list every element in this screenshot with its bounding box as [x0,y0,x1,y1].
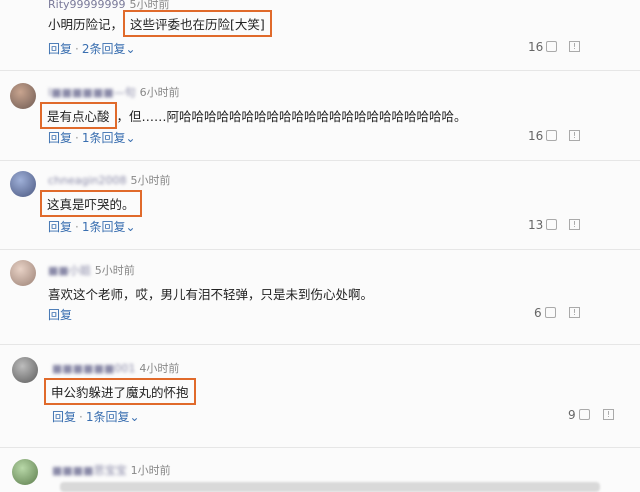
comment-text: 小明历险记， 这些评委也在历险[大笑] [48,10,272,37]
username[interactable]: chneagin2008 [48,174,127,187]
like-button[interactable]: 16 [528,129,558,143]
comment-text-prefix: 喜欢这个老师，哎，男儿有泪不轻弹，只是未到伤心处啊。 [48,287,374,302]
separator-dot: · [79,410,83,424]
like-button[interactable]: 6 [534,306,556,320]
comment-text-suffix: ，但……阿哈哈哈哈哈哈哈哈哈哈哈哈哈哈哈哈哈哈哈哈哈哈。 [116,109,467,124]
divider [0,160,640,161]
report-icon[interactable]: ! [569,307,580,318]
comment-meta: ■■■■思宝宝 1小时前 [52,462,171,478]
comment-meta: ■■■■■■001 4小时前 [52,360,179,376]
timestamp: 5小时前 [94,264,135,277]
chevron-down-icon[interactable]: ⌄ [129,410,139,424]
view-replies-button[interactable]: 1条回复 [82,220,126,234]
report-icon[interactable]: ! [603,409,614,420]
like-count: 13 [528,218,544,232]
avatar[interactable] [10,260,36,286]
divider [0,344,640,345]
reply-button[interactable]: 回复 [48,42,72,56]
highlighted-text: 申公豹躲进了魔丸的怀抱 [44,378,196,405]
highlighted-text: 是有点心酸 [40,102,117,129]
view-replies-button[interactable]: 2条回复 [82,42,126,56]
thumb-up-icon[interactable] [578,409,590,420]
comment-text-prefix: 小明历险记， [48,17,124,32]
reply-button[interactable]: 回复 [48,220,72,234]
report-icon[interactable]: ! [569,130,580,141]
view-replies-button[interactable]: 1条回复 [86,410,130,424]
like-count: 16 [528,40,544,54]
username[interactable]: ■■■■■■001 [52,362,135,375]
reply-button[interactable]: 回复 [52,410,76,424]
highlighted-text: 这真是吓哭的。 [40,190,142,217]
separator-dot: · [75,220,79,234]
separator-dot: · [75,42,79,56]
comment-actions: 回复 · 1条回复⌄ [52,408,140,425]
comment-meta: I■■■■■■—句 6小时前 [48,84,180,100]
avatar[interactable] [10,83,36,109]
username[interactable]: ■■小姐 [48,264,91,277]
report-icon[interactable]: ! [569,219,580,230]
username[interactable]: I■■■■■■—句 [48,86,136,99]
separator-dot: · [75,131,79,145]
like-button[interactable]: 9 [568,408,590,422]
report-icon[interactable]: ! [569,41,580,52]
chevron-down-icon[interactable]: ⌄ [125,220,135,234]
chevron-down-icon[interactable]: ⌄ [125,131,135,145]
comment-actions: 回复 · 1条回复⌄ [48,218,136,235]
highlighted-text: 这些评委也在历险[大笑] [123,10,272,37]
thumb-up-icon[interactable] [546,130,558,141]
thumb-up-icon[interactable] [546,41,558,52]
reply-button[interactable]: 回复 [48,131,72,145]
divider [0,70,640,71]
truncated-comment-text [60,482,600,492]
username[interactable]: Rity99999999 [48,0,126,11]
view-replies-button[interactable]: 1条回复 [82,131,126,145]
chevron-down-icon[interactable]: ⌄ [125,42,135,56]
timestamp: 4小时前 [139,362,180,375]
comment-meta: ■■小姐 5小时前 [48,262,135,278]
like-count: 6 [534,306,542,320]
comment-text: 这真是吓哭的。 [40,190,142,217]
reply-button[interactable]: 回复 [48,308,72,322]
avatar[interactable] [10,171,36,197]
comment-actions: 回复 · 1条回复⌄ [48,129,136,146]
like-button[interactable]: 13 [528,218,558,232]
avatar[interactable] [12,459,38,485]
like-button[interactable]: 16 [528,40,558,54]
divider [0,249,640,250]
comment-text: 是有点心酸 ，但……阿哈哈哈哈哈哈哈哈哈哈哈哈哈哈哈哈哈哈哈哈哈哈。 [40,102,467,129]
comment-actions: 回复 · 2条回复⌄ [48,40,136,57]
comment-meta: chneagin2008 5小时前 [48,172,171,188]
like-count: 9 [568,408,576,422]
divider [0,447,640,448]
timestamp: 1小时前 [130,464,171,477]
thumb-up-icon[interactable] [546,219,558,230]
avatar[interactable] [12,357,38,383]
username[interactable]: ■■■■思宝宝 [52,464,127,477]
like-count: 16 [528,129,544,143]
comment-text: 申公豹躲进了魔丸的怀抱 [44,378,196,405]
thumb-up-icon[interactable] [544,307,556,318]
timestamp: 5小时前 [130,174,171,187]
comment-text: 喜欢这个老师，哎，男儿有泪不轻弹，只是未到伤心处啊。 [48,284,373,303]
comment-actions: 回复 [48,306,72,323]
timestamp: 6小时前 [139,86,180,99]
